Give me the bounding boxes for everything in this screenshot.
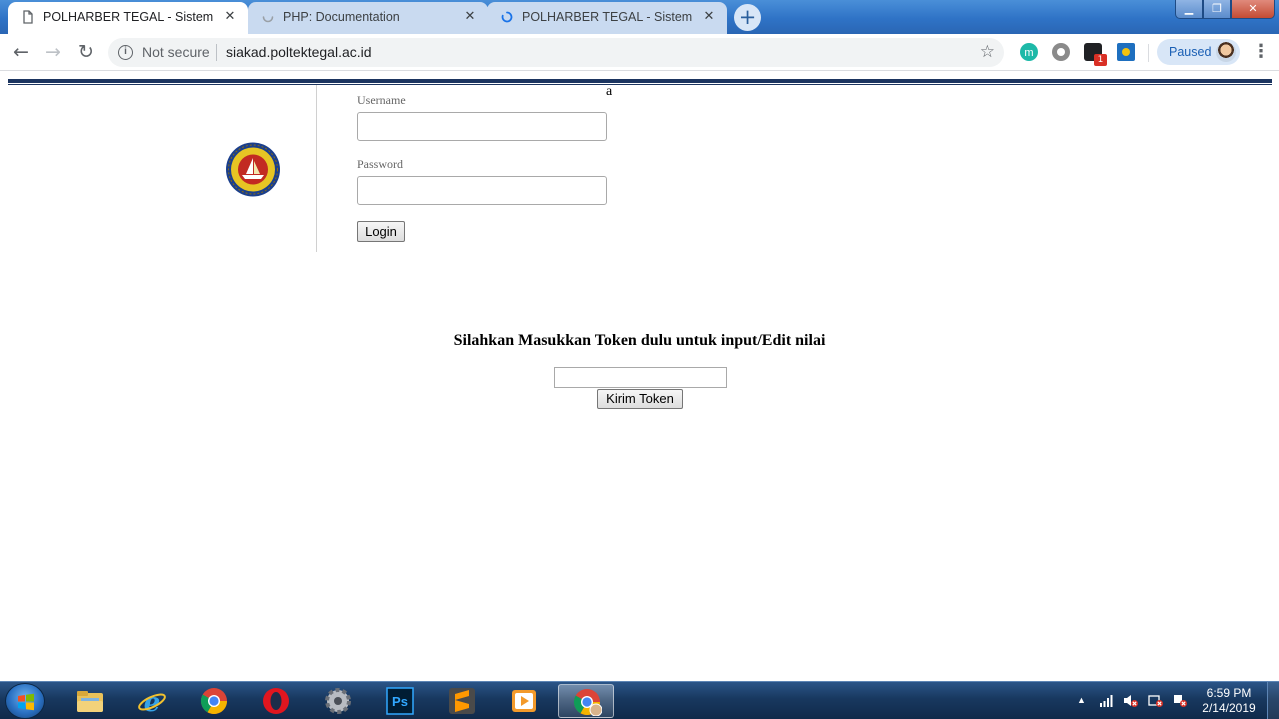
show-desktop-button[interactable] [1267,682,1279,719]
profile-button[interactable]: Paused [1157,39,1240,65]
taskbar-chrome[interactable] [186,684,242,718]
close-tab-icon[interactable]: ✕ [462,8,478,24]
windows-taskbar: e Ps ▲ 6:59 PM 2/14/2019 [0,681,1279,719]
username-label: Username [357,93,406,107]
security-status[interactable]: Not secure [142,44,210,60]
username-input[interactable] [357,112,607,141]
extension-badge: 1 [1094,54,1107,66]
loading-spinner-icon [262,16,274,23]
taskbar-media-player[interactable] [496,684,552,718]
minimize-button[interactable]: ▁ [1175,0,1203,19]
bookmark-star-icon[interactable]: ☆ [980,42,995,62]
clock-date: 2/14/2019 [1202,701,1256,715]
taskbar-explorer[interactable] [62,684,118,718]
url-text[interactable]: siakad.poltektegal.ac.id [226,44,372,60]
volume-muted-icon[interactable] [1123,693,1138,708]
svg-text:e: e [144,688,161,715]
tab-title: POLHARBER TEGAL - Sistem Informasi [43,10,215,24]
close-tab-icon[interactable]: ✕ [701,8,717,24]
tab-title: PHP: Documentation [283,10,400,24]
taskbar-sublime-text[interactable] [434,684,490,718]
loading-spinner-icon [501,11,513,23]
info-icon[interactable]: i [118,45,133,60]
close-window-button[interactable]: ✕ [1231,0,1275,19]
menu-dots-icon[interactable]: ⋮ [1252,42,1270,62]
chrome-icon [573,689,602,716]
profile-status: Paused [1169,45,1212,59]
password-label: Password [357,157,404,171]
tab-polharber-loading[interactable]: POLHARBER TEGAL - Sistem Informasi ✕ [487,2,727,34]
address-bar[interactable]: i Not secure siakad.poltektegal.ac.id ☆ [108,38,1004,67]
clock[interactable]: 6:59 PM 2/14/2019 [1194,686,1264,716]
forward-arrow-icon[interactable]: → [40,40,66,66]
svg-text:m: m [1024,47,1033,59]
reload-icon[interactable]: ↻ [73,40,99,66]
windows-logo-icon [18,693,34,711]
tab-polharber-active[interactable]: POLHARBER TEGAL - Sistem Informasi ✕ [8,2,248,34]
institution-logo-icon [226,142,280,197]
action-center-icon[interactable] [1172,693,1187,708]
taskbar-settings[interactable] [310,684,366,718]
clock-time: 6:59 PM [1206,686,1252,700]
photoshop-icon: Ps [386,687,414,715]
login-button[interactable]: Login [357,221,405,242]
stray-text: a [606,84,613,99]
page-content: a Username Password Login Silahkan Masuk… [0,72,1279,681]
svg-text:Ps: Ps [392,694,408,709]
page-icon [23,10,33,24]
signal-strength-icon[interactable] [1099,693,1114,708]
new-tab-button[interactable]: + [734,4,761,31]
battery-icon[interactable] [1148,693,1163,708]
restore-button[interactable]: ❐ [1203,0,1231,19]
taskbar-photoshop[interactable]: Ps [372,684,428,718]
browser-title-bar: POLHARBER TEGAL - Sistem Informasi ✕ PHP… [0,0,1279,34]
column-divider [316,85,317,252]
media-player-icon [512,690,536,712]
toolbar-divider [1148,44,1149,62]
extension-circle-icon[interactable] [1052,43,1070,61]
avatar [1216,42,1236,62]
taskbar-opera[interactable] [248,684,304,718]
show-hidden-icons-icon[interactable]: ▲ [1074,693,1089,708]
header-rule [8,79,1272,83]
settings-icon [325,688,351,714]
header-rule-thin [8,84,1272,85]
system-tray: ▲ 6:59 PM 2/14/2019 [1070,682,1279,719]
extension-m-icon[interactable]: m [1020,43,1038,61]
password-input[interactable] [357,176,607,205]
explorer-icon [77,691,103,712]
taskbar-chrome-active[interactable] [558,684,614,718]
start-button[interactable] [5,683,45,719]
chrome-icon [200,688,228,715]
back-arrow-icon[interactable]: ← [8,40,34,66]
token-input[interactable] [554,367,727,388]
opera-icon [263,688,289,714]
internet-explorer-icon: e [138,688,166,715]
tab-php-documentation[interactable]: PHP: Documentation ✕ [248,2,488,34]
tab-title: POLHARBER TEGAL - Sistem Informasi [522,10,694,24]
sublime-text-icon [449,688,475,714]
close-tab-icon[interactable]: ✕ [222,8,238,24]
token-heading: Silahkan Masukkan Token dulu untuk input… [453,332,826,349]
extension-yellow-icon[interactable] [1117,43,1135,61]
taskbar-internet-explorer[interactable]: e [124,684,180,718]
submit-token-button[interactable]: Kirim Token [597,389,683,409]
address-separator [216,44,217,61]
